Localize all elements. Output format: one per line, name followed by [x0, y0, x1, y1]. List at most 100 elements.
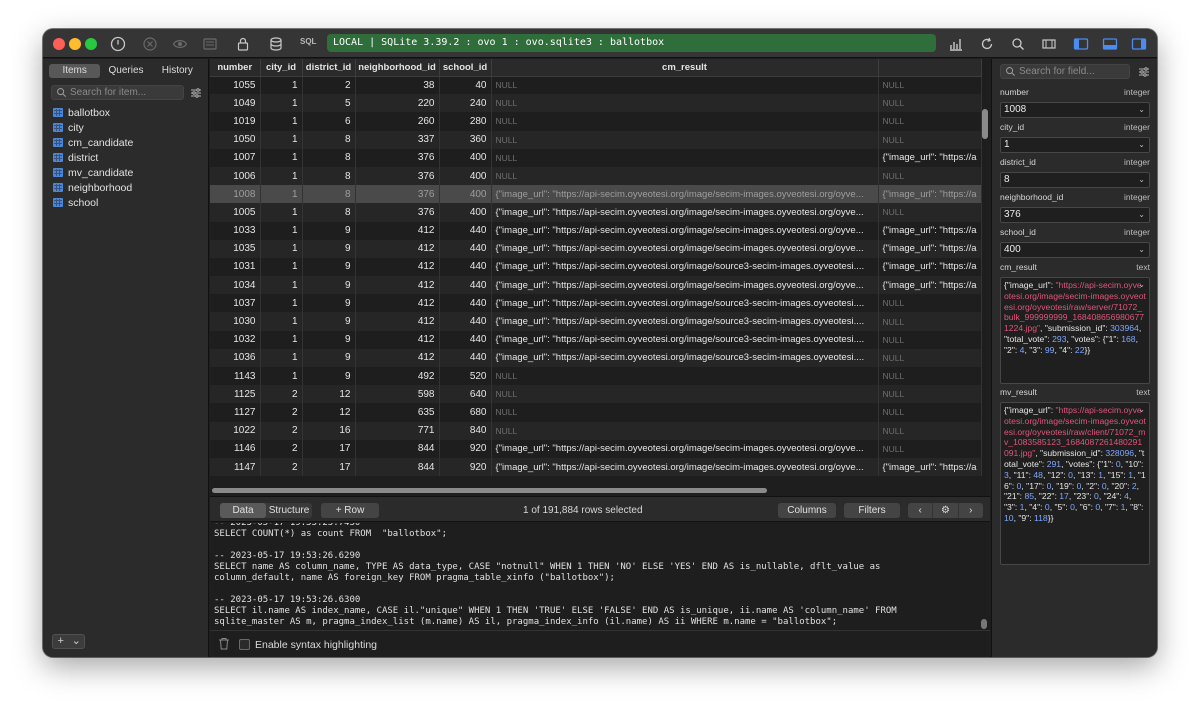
table-cell[interactable]: 412	[355, 312, 440, 331]
split-view-icon[interactable]	[1040, 35, 1058, 53]
search-icon[interactable]	[1009, 35, 1027, 53]
table-cell[interactable]: 1055	[210, 76, 261, 95]
table-cell[interactable]: 1	[260, 112, 303, 131]
table-cell[interactable]: NULL	[878, 367, 982, 386]
table-cell[interactable]: {"image_url": "https://api-secim.oyveote…	[491, 257, 879, 277]
table-cell[interactable]: 920	[439, 439, 492, 458]
tab-history[interactable]: History	[152, 64, 203, 78]
table-cell[interactable]: 9	[302, 276, 356, 295]
table-row[interactable]: 1030 1 9 412 440 {"image_url": "https://api-s…	[210, 312, 982, 331]
table-cell[interactable]: 1033	[210, 221, 261, 240]
table-cell[interactable]: 9	[302, 294, 356, 313]
table-cell[interactable]: 2	[260, 421, 303, 440]
table-row[interactable]: 1008 1 8 376 400 {"image_url": "https://api-s…	[210, 185, 982, 204]
filter-settings-icon[interactable]	[1138, 66, 1150, 78]
table-row[interactable]: 1037 1 9 412 440 {"image_url": "https://api-s…	[210, 294, 982, 313]
table-cell[interactable]: 1	[260, 312, 303, 331]
table-row[interactable]: 1033 1 9 412 440 {"image_url": "https://api-s…	[210, 221, 982, 240]
table-cell[interactable]: {"image_url": "https://a	[878, 457, 982, 477]
table-cell[interactable]: {"image_url": "https://api-secim.oyveote…	[491, 239, 879, 258]
chevron-down-icon[interactable]: ⌄	[1138, 405, 1145, 416]
console-scroll-thumb[interactable]	[981, 619, 987, 629]
table-cell[interactable]: 260	[355, 112, 440, 131]
table-cell[interactable]: 1	[260, 276, 303, 295]
chevron-down-icon[interactable]: ⌄	[1138, 208, 1145, 222]
table-cell[interactable]: 1	[260, 148, 303, 167]
table-cell[interactable]: NULL	[491, 385, 879, 404]
table-cell[interactable]: {"image_url": "https://api-secim.oyveote…	[491, 221, 879, 240]
table-cell[interactable]: 2	[302, 76, 356, 95]
table-cell[interactable]: 1008	[210, 185, 261, 204]
table-cell[interactable]: NULL	[491, 94, 879, 113]
table-cell[interactable]: 520	[439, 367, 492, 386]
table-cell[interactable]: 1034	[210, 276, 261, 295]
field-search-input[interactable]: Search for field...	[1000, 64, 1130, 79]
field-value-textarea[interactable]: ⌄ {"image_url": "https://api-secim.oyveot…	[1000, 277, 1150, 384]
column-header-mv-result[interactable]	[878, 59, 982, 77]
table-cell[interactable]: 1	[260, 294, 303, 313]
chart-icon[interactable]	[947, 35, 965, 53]
close-window-button[interactable]	[53, 38, 65, 50]
console-icon[interactable]	[201, 35, 219, 53]
table-cell[interactable]: 412	[355, 239, 440, 258]
table-row[interactable]: 1035 1 9 412 440 {"image_url": "https://api-s…	[210, 239, 982, 258]
add-item-menu-button[interactable]: ⌄	[69, 635, 85, 648]
table-cell[interactable]: 440	[439, 276, 492, 295]
table-cell[interactable]: NULL	[491, 76, 879, 95]
table-cell[interactable]: 9	[302, 367, 356, 386]
field-value-input[interactable]: 1 ⌄	[1000, 137, 1150, 153]
table-item-district[interactable]: district	[53, 150, 133, 165]
table-cell[interactable]: 440	[439, 348, 492, 367]
table-cell[interactable]: 360	[439, 130, 492, 149]
table-cell[interactable]: {"image_url": "https://a	[878, 276, 982, 295]
table-cell[interactable]: 9	[302, 312, 356, 331]
sql-button[interactable]: SQL	[300, 37, 316, 46]
table-cell[interactable]: 680	[439, 403, 492, 422]
table-cell[interactable]: 635	[355, 403, 440, 422]
query-console[interactable]: -- 2023-05-17 19:53:23.7430 SELECT COUNT…	[210, 523, 990, 629]
table-cell[interactable]: 840	[439, 421, 492, 440]
table-cell[interactable]: 400	[439, 166, 492, 186]
preview-eye-icon[interactable]	[171, 35, 189, 53]
table-cell[interactable]: 337	[355, 130, 440, 149]
table-row[interactable]: 1022 2 16 771 840 NULL NULL	[210, 421, 982, 440]
scroll-thumb[interactable]	[212, 488, 767, 493]
table-cell[interactable]: 1	[260, 94, 303, 113]
table-cell[interactable]: 280	[439, 112, 492, 131]
table-cell[interactable]: 8	[302, 130, 356, 149]
table-cell[interactable]: 9	[302, 348, 356, 367]
table-cell[interactable]: {"image_url": "https://a	[878, 185, 982, 204]
table-cell[interactable]: 400	[439, 185, 492, 204]
table-cell[interactable]: 1	[260, 348, 303, 367]
table-cell[interactable]: 1147	[210, 457, 261, 477]
table-cell[interactable]: 1037	[210, 294, 261, 313]
table-cell[interactable]: {"image_url": "https://api-secim.oyveote…	[491, 312, 879, 331]
chevron-down-icon[interactable]: ⌄	[1138, 138, 1145, 152]
table-cell[interactable]: 412	[355, 276, 440, 295]
table-item-city[interactable]: city	[53, 120, 133, 135]
table-cell[interactable]: {"image_url": "https://a	[878, 239, 982, 258]
trash-icon[interactable]	[218, 637, 230, 650]
table-cell[interactable]: 2	[260, 457, 303, 477]
table-cell[interactable]: 1127	[210, 403, 261, 422]
table-cell[interactable]: 9	[302, 221, 356, 240]
table-row[interactable]: 1034 1 9 412 440 {"image_url": "https://api-s…	[210, 276, 982, 295]
filter-settings-icon[interactable]	[190, 87, 202, 99]
table-row[interactable]: 1005 1 8 376 400 {"image_url": "https://api-s…	[210, 203, 982, 222]
table-cell[interactable]: 412	[355, 294, 440, 313]
table-row[interactable]: 1146 2 17 844 920 {"image_url": "https://api-…	[210, 439, 982, 458]
table-cell[interactable]: 920	[439, 457, 492, 477]
table-cell[interactable]: {"image_url": "https://a	[878, 148, 982, 167]
table-cell[interactable]: 1050	[210, 130, 261, 149]
table-cell[interactable]: 1	[260, 76, 303, 95]
table-cell[interactable]: 1	[260, 221, 303, 240]
table-cell[interactable]: 440	[439, 257, 492, 277]
table-cell[interactable]: 1019	[210, 112, 261, 131]
column-header-district-id[interactable]: district_id	[302, 59, 356, 77]
table-row[interactable]: 1125 2 12 598 640 NULL NULL	[210, 385, 982, 404]
table-cell[interactable]: {"image_url": "https://a	[878, 257, 982, 277]
table-cell[interactable]: 1	[260, 185, 303, 204]
table-cell[interactable]: {"image_url": "https://api-secim.oyveote…	[491, 185, 879, 204]
table-cell[interactable]: 1036	[210, 348, 261, 367]
field-value-input[interactable]: 376 ⌄	[1000, 207, 1150, 223]
